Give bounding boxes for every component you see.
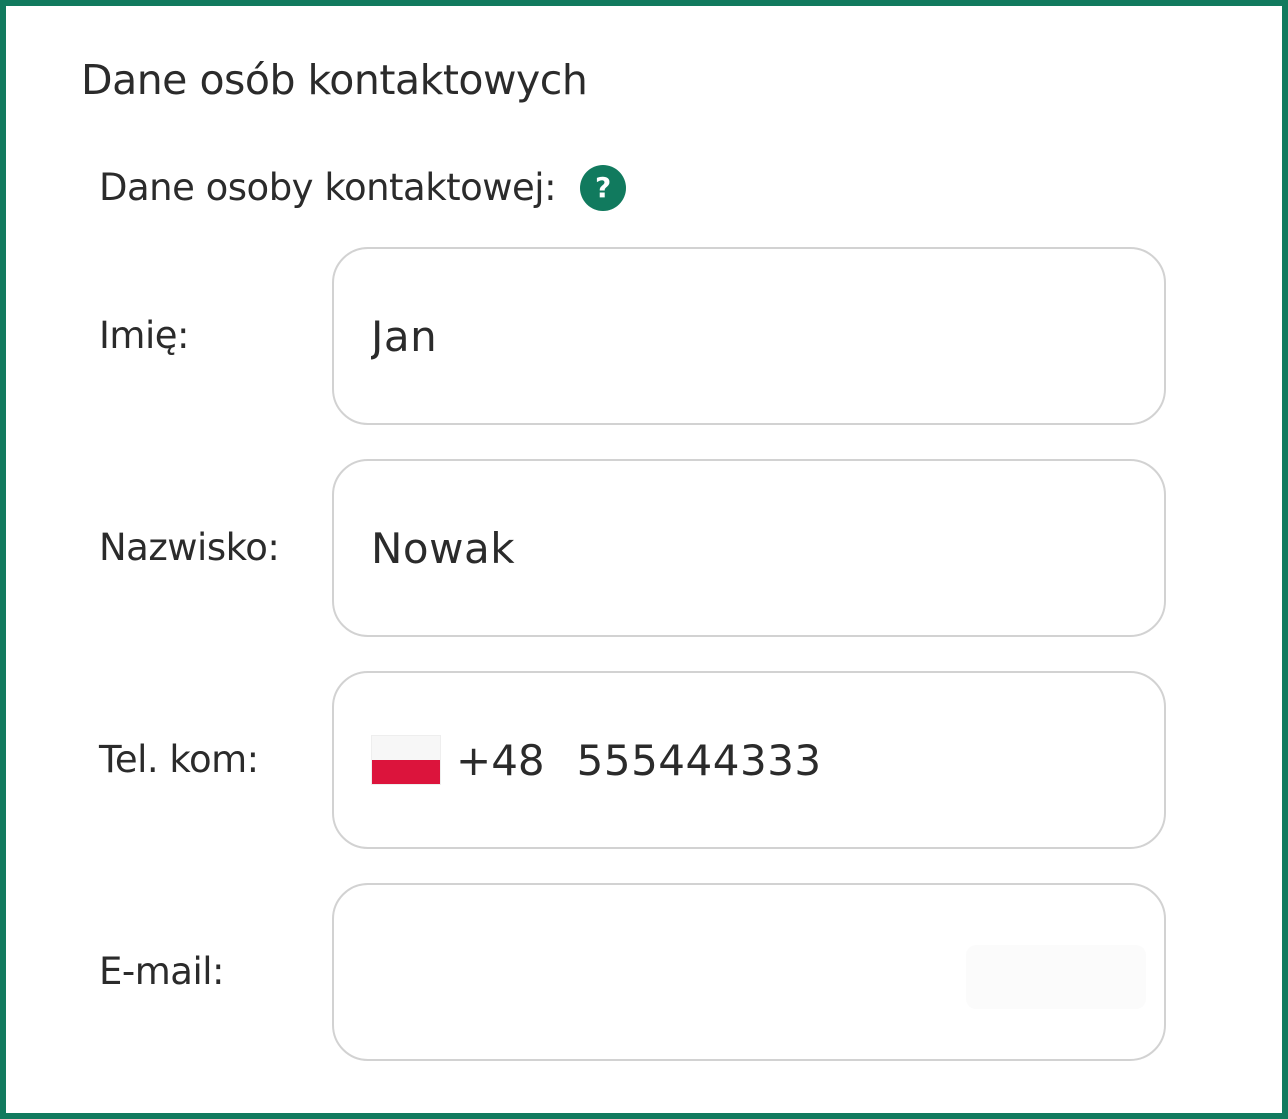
first-name-field-box bbox=[332, 247, 1166, 425]
redacted-area bbox=[966, 945, 1146, 1009]
mobile-phone-input[interactable] bbox=[576, 735, 1134, 785]
contact-persons-panel: Dane osób kontaktowych Dane osoby kontak… bbox=[0, 0, 1288, 1119]
section-title: Dane osób kontaktowych bbox=[81, 56, 588, 104]
mobile-phone-label: Tel. kom: bbox=[99, 738, 259, 781]
email-label: E-mail: bbox=[99, 950, 224, 993]
poland-flag-icon[interactable] bbox=[372, 736, 440, 784]
last-name-field-box bbox=[332, 459, 1166, 637]
first-name-input[interactable] bbox=[371, 311, 1134, 361]
contact-person-header: Dane osoby kontaktowej: ? bbox=[99, 162, 627, 214]
flag-red-stripe bbox=[372, 760, 440, 784]
first-name-label: Imię: bbox=[99, 314, 189, 357]
contact-person-label: Dane osoby kontaktowej: bbox=[99, 166, 557, 209]
mobile-phone-field-box: +48 bbox=[332, 671, 1166, 849]
flag-white-stripe bbox=[372, 736, 440, 760]
dial-code: +48 bbox=[456, 735, 545, 785]
email-field-box bbox=[332, 883, 1166, 1061]
question-circle-icon[interactable]: ? bbox=[580, 165, 627, 211]
last-name-label: Nazwisko: bbox=[99, 526, 280, 569]
last-name-input[interactable] bbox=[371, 523, 1134, 573]
